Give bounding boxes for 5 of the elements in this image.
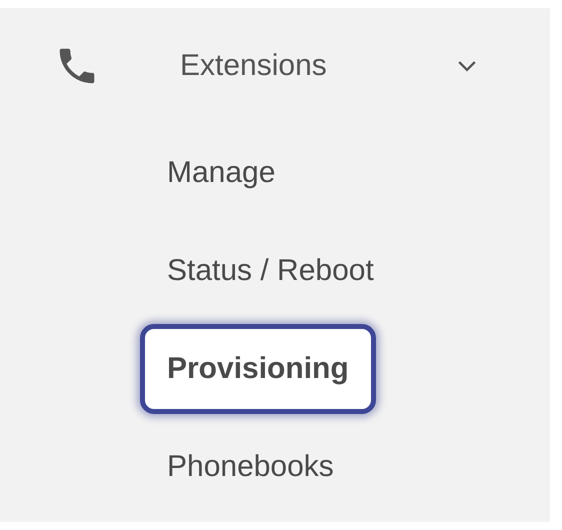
- menu-item[interactable]: Phonebooks: [140, 422, 361, 512]
- menu-item[interactable]: Provisioning: [140, 324, 376, 414]
- menu-item[interactable]: Manage: [140, 128, 302, 218]
- menu-item[interactable]: Status / Reboot: [140, 226, 401, 316]
- extensions-menu-header[interactable]: Extensions: [0, 8, 550, 124]
